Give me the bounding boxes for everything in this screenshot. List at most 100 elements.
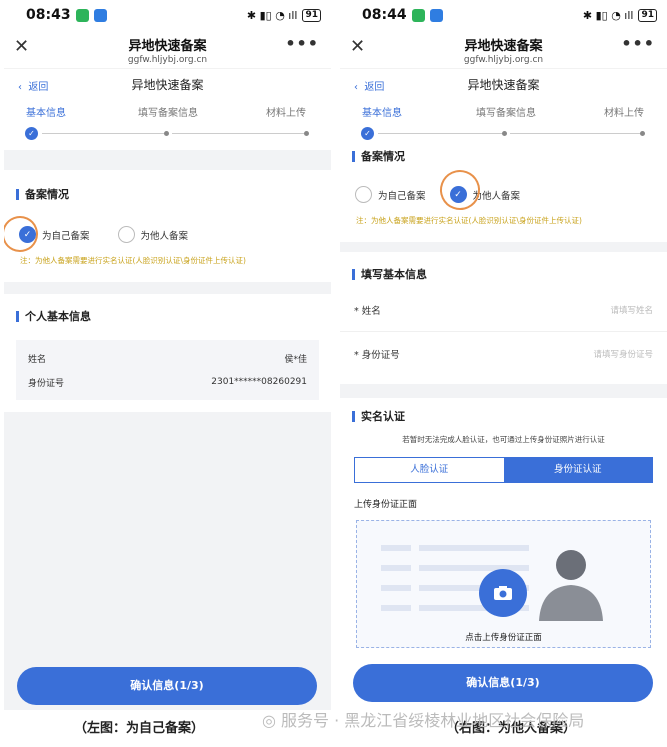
step-indicator: 基本信息 填写备案信息 材料上传 ✓ [340,100,667,142]
status-bar: 08:43 ✱ ▮▯ ◔ ıll 91 [4,0,331,30]
personal-info-box: 姓名 侯*佳 身份证号 2301******08260291 [16,340,319,400]
camera-button[interactable] [479,569,527,617]
nav-title: 异地快速备案 [467,78,540,92]
page-url: ggfw.hljybj.org.cn [463,55,544,65]
step-line [172,133,304,134]
id-upload-area[interactable]: 点击上传身份证正面 [356,520,651,648]
card-line [381,585,411,591]
step-fill-info[interactable]: 填写备案信息 [476,104,536,119]
realname-section: 实名认证 若暂时无法完成人脸认证，也可通过上传身份证照片进行认证 人脸认证 身份… [340,398,667,648]
filing-section: 备案情况 ✓ 为自己备案 为他人备案 注：为他人备案需要进行实名认证(人脸识别认证… [4,170,331,282]
radio-circle-icon [355,186,372,203]
page-title: 异地快速备案 [464,39,543,54]
id-field[interactable]: * 身份证号 请填写身份证号 [340,332,667,376]
name-field[interactable]: * 姓名 请填写姓名 [340,288,667,332]
divider [4,282,331,294]
watermark-text: 服务号 · 黑龙江省绥棱林业地区社会保险局 [281,711,585,730]
radio-label: 为自己备案 [42,230,90,242]
step-upload[interactable]: 材料上传 [266,104,306,119]
right-phone-screen: 08:44 ✱ ▮▯ ◔ ıll 91 ✕ 异地快速备案 ggfw.hljybj… [340,0,667,710]
close-icon[interactable]: ✕ [350,36,365,57]
radio-self-filing[interactable]: 为自己备案 [355,186,426,203]
step-basic-info[interactable]: 基本信息 [26,104,66,119]
signal-icon: ✱ ▮▯ ◔ ıll [582,8,634,22]
section-header: 个人基本信息 [4,308,331,324]
basic-info-form: 填写基本信息 * 姓名 请填写姓名 * 身份证号 请填写身份证号 [340,252,667,376]
app-notification-icon [75,8,89,22]
wechat-icon: ◎ [262,711,282,730]
card-line [381,565,411,571]
filing-type-radios: 为自己备案 ✓ 为他人备案 [352,186,655,203]
filing-note: 注：为他人备案需要进行实名认证(人脸识别认证\身份证件上传认证) [20,256,246,265]
page-title: 异地快速备案 [128,39,207,54]
step-dot [164,131,169,136]
personal-info-section: 个人基本信息 姓名 侯*佳 身份证号 2301******08260291 [4,294,331,400]
realname-hint: 若暂时无法完成人脸认证，也可通过上传身份证照片进行认证 [402,435,605,444]
page-url: ggfw.hljybj.org.cn [127,55,208,65]
status-icons: ✱ ▮▯ ◔ ıll 91 [246,8,321,22]
step-fill-info[interactable]: 填写备案信息 [138,104,198,119]
app-notification-icon [411,8,425,22]
status-bar: 08:44 ✱ ▮▯ ◔ ıll 91 [340,0,667,30]
section-title: 备案情况 [25,188,69,201]
more-icon[interactable]: ••• [621,34,655,53]
name-input[interactable]: 请填写姓名 [610,304,653,316]
portrait-silhouette-icon [539,550,603,621]
section-header: 备案情况 [16,186,319,202]
camera-icon [494,586,512,600]
step-upload[interactable]: 材料上传 [604,104,644,119]
step-line [42,133,164,134]
app-notification-icon [93,8,107,22]
watermark: ◎ 服务号 · 黑龙江省绥棱林业地区社会保险局 [262,707,584,731]
field-label: 身份证号 [28,378,65,389]
divider [340,384,667,398]
field-value: 侯*佳 [284,354,307,365]
step-line [510,133,640,134]
radio-label: 为他人备案 [140,230,189,242]
step-done-check-icon: ✓ [25,127,38,140]
step-dot [304,131,309,136]
confirm-button[interactable]: 确认信息(1/3) [353,664,653,702]
tab-face-auth[interactable]: 人脸认证 [355,458,504,482]
info-row-id: 身份证号 2301******08260291 [28,370,307,394]
step-dot [640,131,645,136]
step-indicator: 基本信息 填写备案信息 材料上传 ✓ [4,100,331,150]
auth-tabs: 人脸认证 身份证认证 [354,457,653,483]
nav-title: 异地快速备案 [131,78,204,92]
confirm-button[interactable]: 确认信息(1/3) [17,667,317,705]
radio-other-filing[interactable]: 为他人备案 [117,226,189,243]
tab-id-auth[interactable]: 身份证认证 [503,458,652,482]
field-label: * 姓名 [354,305,381,317]
section-header: 实名认证 [340,408,667,424]
app-notification-icon [429,8,443,22]
left-phone-screen: 08:43 ✱ ▮▯ ◔ ıll 91 ✕ 异地快速备案 ggfw.hljybj… [4,0,331,710]
card-line [381,605,411,611]
left-caption: （左图：为自己备案） [74,721,205,736]
radio-circle-icon [117,226,135,243]
id-input[interactable]: 请填写身份证号 [593,348,653,360]
highlight-circle [4,210,44,258]
step-dot [502,131,507,136]
empty-area [4,412,331,710]
filing-section: 备案情况 为自己备案 ✓ 为他人备案 注：为他人备案需要进行实名认证(人脸识别认证… [340,142,667,242]
close-icon[interactable]: ✕ [14,36,29,57]
divider [340,242,667,252]
radio-label: 为自己备案 [378,190,426,202]
status-icons: ✱ ▮▯ ◔ ıll 91 [582,8,657,22]
battery-icon: 91 [638,8,657,22]
highlight-circle [433,163,487,217]
step-done-check-icon: ✓ [361,127,374,140]
step-basic-info[interactable]: 基本信息 [362,104,402,119]
signal-icon: ✱ ▮▯ ◔ ıll [246,8,298,22]
card-line [381,545,411,551]
more-icon[interactable]: ••• [285,34,319,53]
card-line [419,545,529,551]
step-line [378,133,502,134]
status-time: 08:44 [362,7,407,23]
nav-row: ‹ 返回 异地快速备案 [340,68,667,100]
section-title: 实名认证 [361,410,405,423]
browser-titlebar: ✕ 异地快速备案 ggfw.hljybj.org.cn ••• [340,30,667,68]
section-title: 填写基本信息 [361,268,427,281]
section-title: 备案情况 [361,150,405,163]
nav-row: ‹ 返回 异地快速备案 [4,68,331,100]
